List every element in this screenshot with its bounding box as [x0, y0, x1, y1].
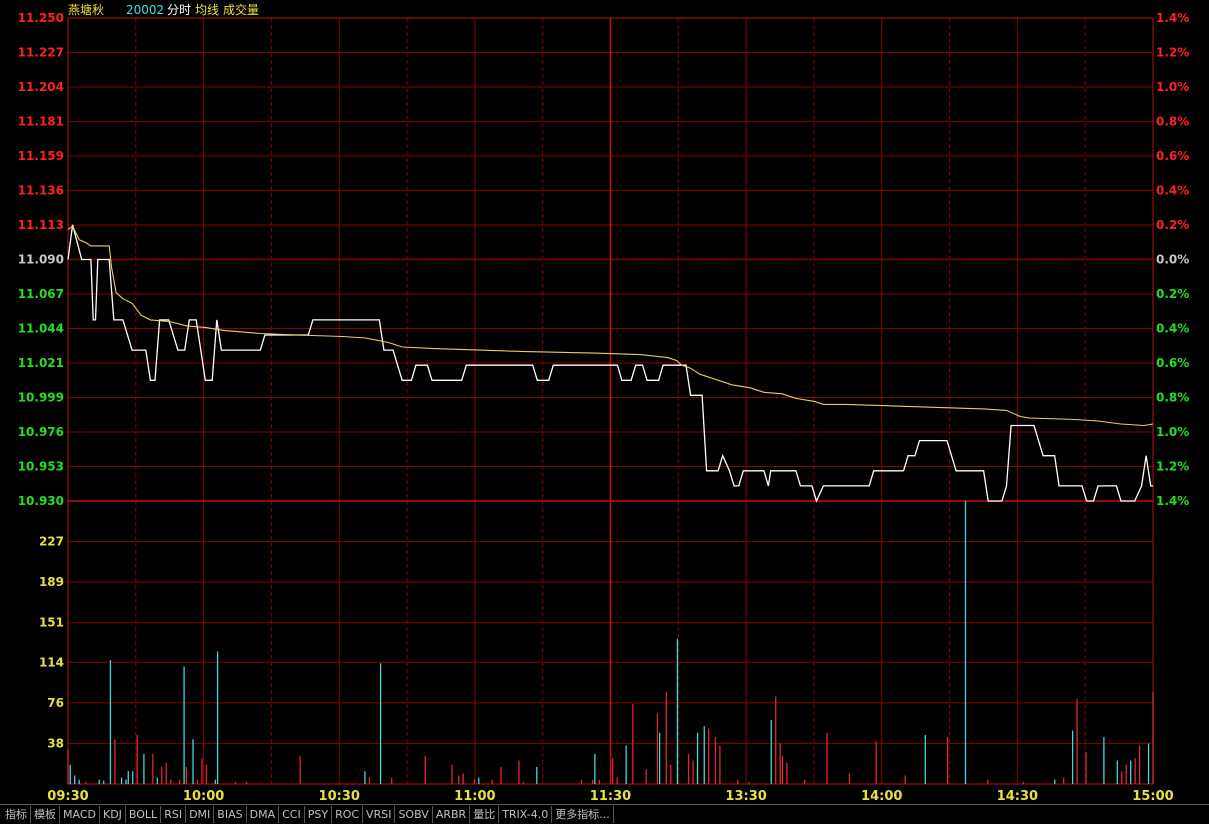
indicator-tab[interactable]: 更多指标...	[552, 806, 614, 823]
indicator-tab[interactable]: 量比	[470, 806, 500, 823]
time-tick-label: 13:30	[725, 789, 766, 804]
indicator-tab[interactable]: TRIX-4.0	[499, 806, 553, 823]
percent-tick-label: 0.4%	[1156, 184, 1189, 198]
indicator-tab[interactable]: ARBR	[433, 806, 471, 823]
price-tick-label: 10.953	[18, 460, 64, 474]
percent-tick-label: 0.6%	[1156, 149, 1189, 163]
volume-tick-label: 76	[47, 696, 64, 710]
price-tick-label: 11.136	[18, 184, 64, 198]
volume-tick-label: 114	[39, 655, 64, 669]
time-tick-label: 10:30	[319, 789, 360, 804]
time-axis: 09:30 10:00 10:30 11:00 11:30 13:30 14:00 14:30…	[47, 789, 1173, 804]
percent-tick-label: 0.8%	[1156, 391, 1189, 405]
indicator-tab[interactable]: KDJ	[100, 806, 126, 823]
price-tick-label: 11.067	[18, 287, 64, 301]
price-tick-label: 11.181	[18, 115, 64, 129]
volume-tick-label: 227	[39, 535, 64, 549]
percent-tick-label: 0.0%	[1156, 253, 1189, 267]
time-tick-label: 15:00	[1132, 789, 1173, 804]
indicator-tab[interactable]: 指标	[2, 806, 31, 823]
indicator-tab[interactable]: ROC	[332, 806, 364, 823]
percent-tick-label: 0.8%	[1156, 115, 1189, 129]
time-tick-label: 10:00	[183, 789, 224, 804]
percent-tick-label: 1.0%	[1156, 425, 1189, 439]
indicator-tab[interactable]: CCI	[279, 806, 305, 823]
intraday-chart[interactable]: 11.250 11.227 11.204 11.181 11.159 11.136 11.1…	[0, 0, 1209, 823]
percent-tick-label: 0.6%	[1156, 356, 1189, 370]
price-tick-label: 11.021	[18, 356, 64, 370]
indicator-tab[interactable]: BIAS	[214, 806, 247, 823]
indicator-tab[interactable]: 模板	[31, 806, 60, 823]
price-tick-label: 10.976	[18, 425, 64, 439]
price-tick-label: 11.113	[18, 218, 64, 232]
price-tick-label: 11.044	[18, 322, 64, 336]
time-tick-label: 11:30	[590, 789, 631, 804]
price-tick-label: 11.227	[18, 46, 64, 60]
stock-name: 燕塘秋	[68, 2, 104, 17]
time-tick-label: 14:00	[861, 789, 902, 804]
volume-tick-label: 151	[39, 616, 64, 630]
percent-tick-label: 1.4%	[1156, 11, 1189, 25]
indicator-tab[interactable]: SOBV	[395, 806, 433, 823]
stock-code: 20002	[126, 3, 164, 17]
percent-tick-label: 0.2%	[1156, 218, 1189, 232]
percent-tick-label: 1.4%	[1156, 494, 1189, 508]
percent-tick-label: 1.0%	[1156, 80, 1189, 94]
percent-tick-label: 0.2%	[1156, 287, 1189, 301]
price-tick-label: 11.204	[18, 80, 64, 94]
price-tick-label: 10.930	[18, 494, 64, 508]
indicator-tab[interactable]: MACD	[60, 806, 100, 823]
label-avg-line: 均线	[195, 3, 219, 17]
percent-axis: 1.4% 1.2% 1.0% 0.8% 0.6% 0.4% 0.2% 0.0% 0.2% 0.4%…	[1156, 11, 1189, 508]
label-volume: 成交量	[223, 2, 259, 17]
percent-tick-label: 0.4%	[1156, 322, 1189, 336]
indicator-tab[interactable]: RSI	[161, 806, 187, 823]
time-tick-label: 09:30	[47, 789, 88, 804]
chart-background	[0, 0, 1209, 823]
chart-header: 燕塘秋 20002 分时 均线 成交量	[68, 2, 259, 17]
label-minute: 分时	[167, 3, 191, 17]
price-tick-label: 11.090	[18, 253, 64, 267]
indicator-tab[interactable]: VRSI	[363, 806, 396, 823]
indicator-tab[interactable]: BOLL	[126, 806, 162, 823]
price-tick-label: 11.250	[18, 11, 64, 25]
volume-tick-label: 189	[39, 575, 64, 589]
price-tick-label: 10.999	[18, 391, 64, 405]
percent-tick-label: 1.2%	[1156, 460, 1189, 474]
volume-tick-label: 38	[47, 736, 64, 750]
price-axis: 11.250 11.227 11.204 11.181 11.159 11.136 11.1…	[18, 11, 64, 508]
percent-tick-label: 1.2%	[1156, 46, 1189, 60]
time-tick-label: 14:30	[997, 789, 1038, 804]
indicator-tab[interactable]: PSY	[305, 806, 333, 823]
price-tick-label: 11.159	[18, 149, 64, 163]
indicator-tab[interactable]: DMA	[247, 806, 280, 823]
indicator-tab-bar: 指标 模板 MACD KDJ BOLL RSI DMI BIAS DMA CCI PSY ROC VRS…	[0, 804, 1209, 824]
indicator-tab[interactable]: DMI	[186, 806, 215, 823]
time-tick-label: 11:00	[454, 789, 495, 804]
